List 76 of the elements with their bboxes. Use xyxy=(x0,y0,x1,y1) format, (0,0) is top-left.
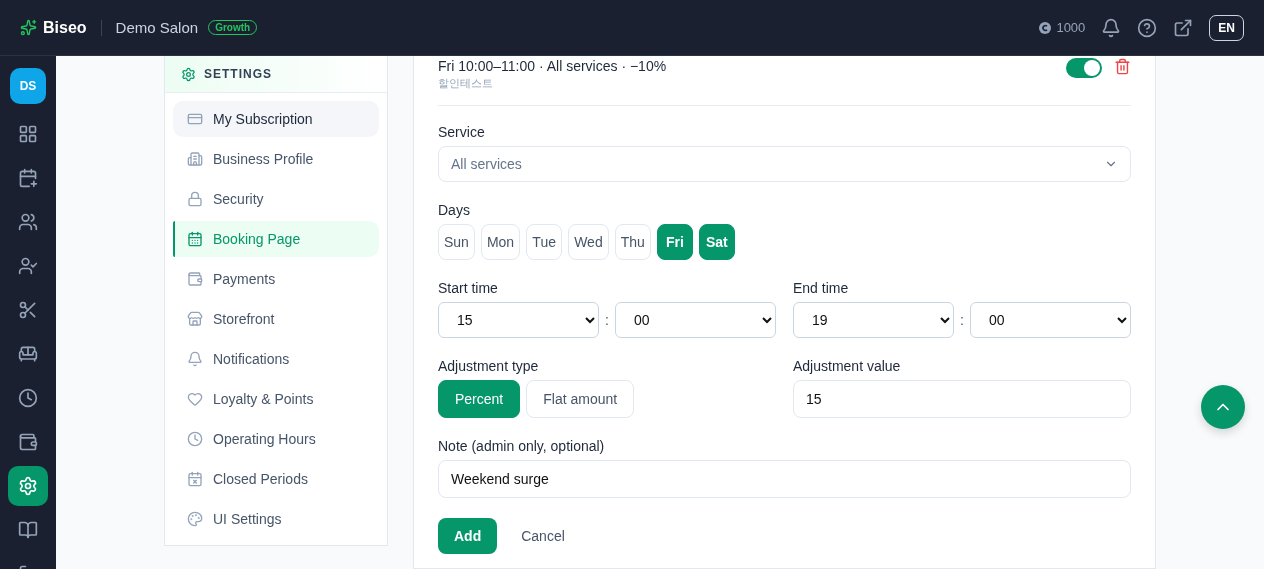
settings-menu-item[interactable]: Operating Hours xyxy=(173,421,379,457)
lock-icon xyxy=(187,191,203,207)
service-select[interactable]: All services xyxy=(438,146,1131,182)
book-icon xyxy=(18,520,38,540)
card-icon xyxy=(187,111,203,127)
day-toggle[interactable]: Tue xyxy=(526,224,563,260)
calendar-icon xyxy=(187,231,203,247)
day-toggle[interactable]: Wed xyxy=(568,224,609,260)
adjustment-type-option[interactable]: Flat amount xyxy=(526,380,635,418)
rule-note: 할인테스트 xyxy=(438,76,494,91)
day-toggle[interactable]: Sun xyxy=(438,224,475,260)
scissors-icon xyxy=(18,300,38,320)
coin-icon xyxy=(1039,21,1052,34)
settings-menu-item[interactable]: Security xyxy=(173,181,379,217)
calendar-x-icon xyxy=(187,471,203,487)
brand-name: Biseo xyxy=(43,18,87,37)
time-separator: : xyxy=(960,312,964,328)
bell-icon xyxy=(187,351,203,367)
clock-icon xyxy=(18,388,38,408)
minute-select[interactable]: 00 xyxy=(969,302,1131,338)
field-label: Service xyxy=(438,124,486,140)
notifications-button[interactable] xyxy=(1101,17,1122,38)
time-separator: : xyxy=(605,312,609,328)
note-field[interactable]: Weekend surge xyxy=(438,460,1131,498)
rule-summary: Fri 10:00–11:00 · All services · −10% xyxy=(438,58,667,74)
day-toggle[interactable]: Sat xyxy=(698,224,735,260)
users-icon xyxy=(18,212,38,232)
adjustment-value-field[interactable]: 15 xyxy=(793,380,1131,418)
palette-icon xyxy=(187,511,203,527)
heart-icon xyxy=(187,391,203,407)
field-label: End time xyxy=(793,280,850,296)
add-button[interactable]: Add xyxy=(438,518,498,554)
external-link-button[interactable] xyxy=(1173,17,1194,38)
field-label: Days xyxy=(438,202,471,218)
adjustment-type-option[interactable]: Percent xyxy=(438,380,521,418)
language-button[interactable]: EN xyxy=(1209,14,1244,41)
store-icon xyxy=(187,311,203,327)
settings-menu-item[interactable]: Storefront xyxy=(173,301,379,337)
hour-select[interactable]: 19 xyxy=(793,302,955,338)
settings-menu-item[interactable]: Notifications xyxy=(173,341,379,377)
grid-icon xyxy=(18,124,38,144)
credit-balance: 1000 xyxy=(1056,20,1086,35)
calendar-plus-icon xyxy=(18,168,38,188)
minute-select[interactable]: 00 xyxy=(614,302,776,338)
delete-button[interactable] xyxy=(1114,58,1131,75)
settings-menu-item[interactable]: Closed Periods xyxy=(173,461,379,497)
user-check-icon xyxy=(18,256,38,276)
settings-icon xyxy=(18,476,38,496)
field-label: Adjustment type xyxy=(438,358,540,374)
sofa-icon xyxy=(18,344,38,364)
settings-menu-item[interactable]: Business Profile xyxy=(173,141,379,177)
settings-title: SETTINGS xyxy=(204,67,272,81)
nav-button[interactable] xyxy=(8,466,48,506)
day-toggle[interactable]: Thu xyxy=(614,224,651,260)
field-label: Start time xyxy=(438,280,499,296)
sparkle-logo-icon xyxy=(20,19,37,36)
day-toggle[interactable]: Mon xyxy=(480,224,521,260)
settings-menu-item[interactable]: My Subscription xyxy=(173,101,379,137)
clock-icon xyxy=(187,431,203,447)
hour-select[interactable]: 15 xyxy=(438,302,600,338)
day-toggle[interactable]: Fri xyxy=(656,224,693,260)
wallet-icon xyxy=(187,271,203,287)
settings-menu-item[interactable]: Payments xyxy=(173,261,379,297)
field-label: Adjustment value xyxy=(793,358,902,374)
rule-toggle[interactable] xyxy=(1066,58,1102,78)
building-icon xyxy=(187,151,203,167)
settings-icon xyxy=(181,66,196,82)
scroll-top-button[interactable] xyxy=(1200,385,1245,429)
settings-menu-item[interactable]: Booking Page xyxy=(173,221,379,257)
settings-menu-item[interactable]: Loyalty & Points xyxy=(173,381,379,417)
salon-name: Demo Salon xyxy=(115,19,199,36)
wallet-icon xyxy=(18,432,38,452)
cancel-button[interactable]: Cancel xyxy=(505,518,581,554)
help-button[interactable] xyxy=(1137,17,1158,38)
settings-menu-item[interactable]: UI Settings xyxy=(173,501,379,537)
field-label: Note (admin only, optional) xyxy=(438,438,606,454)
